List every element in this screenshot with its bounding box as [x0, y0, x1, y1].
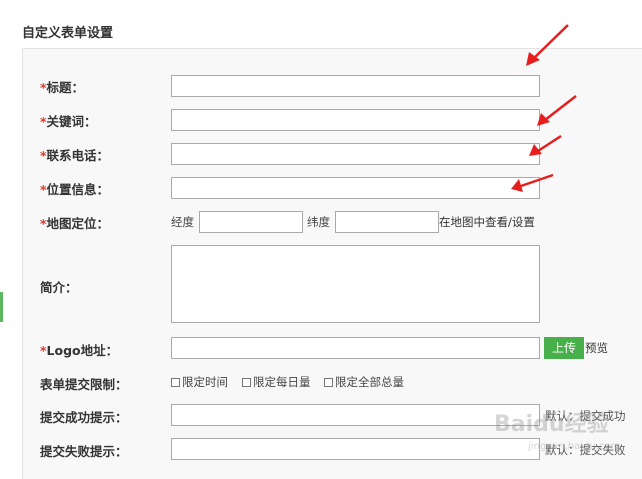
fail-tip-label: 提交失败提示： [40, 444, 128, 459]
longitude-label: 经度 [171, 215, 194, 229]
logo-url-input[interactable] [171, 337, 540, 359]
intro-textarea[interactable] [171, 245, 540, 323]
location-input[interactable] [171, 177, 540, 199]
checkbox-icon[interactable] [242, 377, 251, 387]
page-title: 自定义表单设置 [22, 26, 114, 41]
upload-button[interactable]: 上传 [544, 337, 584, 359]
map-label: *地图定位： [40, 216, 110, 231]
limit-daily-checkbox[interactable]: 限定每日量 [242, 374, 311, 390]
watermark-url: jingyan.baidu.com [527, 441, 620, 452]
location-label: *位置信息： [40, 182, 110, 197]
limit-time-checkbox[interactable]: 限定时间 [171, 374, 228, 390]
longitude-input[interactable] [199, 211, 303, 233]
latitude-input[interactable] [335, 211, 439, 233]
fail-tip-input[interactable] [171, 438, 540, 460]
keywords-input[interactable] [171, 109, 540, 131]
limit-total-checkbox[interactable]: 限定全部总量 [324, 374, 404, 390]
left-tab-indicator [0, 292, 3, 322]
success-tip-input[interactable] [171, 404, 540, 426]
preview-link[interactable]: 预览 [585, 340, 608, 356]
intro-label: 简介： [40, 280, 78, 295]
logo-label: *Logo地址： [40, 343, 119, 358]
limit-label: 表单提交限制： [40, 377, 128, 392]
keywords-label: *关键词： [40, 114, 97, 129]
baidu-watermark-logo: Baidu经验 jingyan.baidu.com [494, 411, 620, 452]
phone-input[interactable] [171, 143, 540, 165]
checkbox-icon[interactable] [171, 377, 180, 387]
watermark-text: Baidu经验 [494, 411, 609, 437]
success-tip-label: 提交成功提示： [40, 410, 128, 425]
latitude-label: 纬度 [307, 215, 330, 229]
title-input[interactable] [171, 75, 540, 97]
checkbox-icon[interactable] [324, 377, 333, 387]
map-view-link[interactable]: 在地图中查看/设置 [439, 214, 535, 230]
title-label: *标题： [40, 80, 85, 95]
phone-label: *联系电话： [40, 148, 110, 163]
